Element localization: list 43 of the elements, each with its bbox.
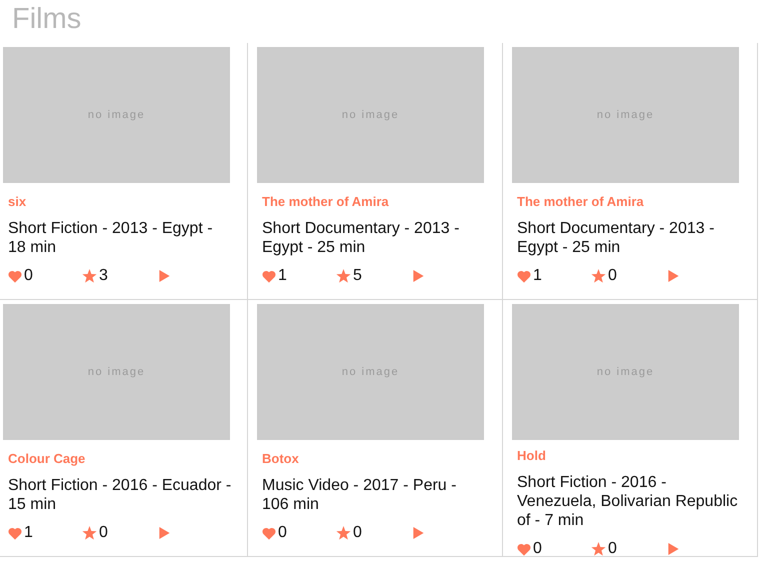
rating-count: 0 [608,267,618,285]
like-count: 0 [533,540,543,558]
star-icon[interactable] [336,269,351,283]
play-icon[interactable] [413,527,424,539]
like-count: 1 [24,524,34,542]
rating-count: 0 [99,524,109,542]
like-count: 1 [533,267,543,285]
rating-count: 5 [353,267,363,285]
rating-count: 3 [99,267,109,285]
play-icon[interactable] [413,270,424,282]
heart-icon[interactable] [262,526,276,540]
film-info: Short Fiction - 2016 - Venezuela, Bolivarian Republic of - 7 min [517,473,739,530]
film-title-link[interactable]: Hold [517,448,757,463]
star-icon[interactable] [336,526,351,540]
film-info: Short Fiction - 2016 - Ecuador - 15 min [8,476,232,514]
play-icon[interactable] [668,543,679,555]
rating-count: 0 [608,540,618,558]
star-icon[interactable] [591,269,606,283]
play-icon[interactable] [668,270,679,282]
film-title-link[interactable]: six [8,194,247,209]
heart-icon[interactable] [8,270,22,282]
star-icon[interactable] [82,526,97,540]
film-title-link[interactable]: Colour Cage [8,451,247,466]
film-info: Short Fiction - 2013 - Egypt - 18 min [8,219,214,257]
film-info: Short Documentary - 2013 - Egypt - 25 min [517,219,716,257]
like-count: 0 [278,524,288,542]
rating-count: 0 [353,524,363,542]
play-icon[interactable] [159,270,170,282]
heart-icon[interactable] [517,542,531,556]
page-title: Films [11,2,82,37]
film-info: Music Video - 2017 - Peru - 106 min [262,476,458,514]
film-info: Short Documentary - 2013 - Egypt - 25 min [262,219,460,257]
heart-icon[interactable] [262,270,276,282]
star-icon[interactable] [82,269,97,283]
play-icon[interactable] [159,527,170,539]
like-count: 1 [278,267,288,285]
film-title-link[interactable]: The mother of Amira [262,194,502,209]
heart-icon[interactable] [517,270,531,282]
film-title-link[interactable]: The mother of Amira [517,194,757,209]
film-title-link[interactable]: Botox [262,451,502,466]
star-icon[interactable] [591,542,606,556]
heart-icon[interactable] [8,526,22,540]
like-count: 0 [24,267,34,285]
